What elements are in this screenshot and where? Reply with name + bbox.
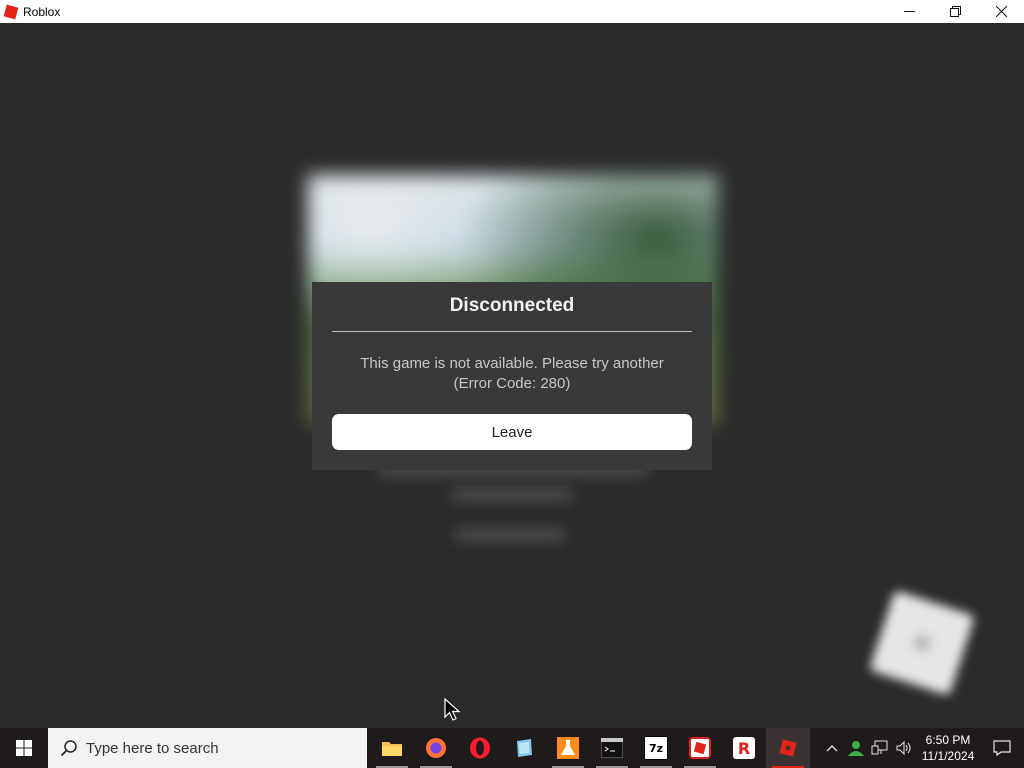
pinned-apps: 7z R [370, 728, 810, 768]
blurred-game-creator [452, 488, 572, 502]
start-button[interactable] [0, 728, 48, 768]
taskbar-opera[interactable] [458, 728, 502, 768]
roblox-studio-icon [689, 737, 711, 759]
taskbar-lab-flask[interactable] [546, 728, 590, 768]
window-title: Roblox [23, 4, 61, 19]
taskbar-search-box[interactable]: Type here to search [48, 728, 367, 768]
user-status-icon [848, 741, 864, 756]
dialog-title: Disconnected [449, 295, 575, 316]
title-bar: Roblox [0, 0, 1024, 23]
taskbar-file-explorer[interactable] [370, 728, 414, 768]
taskbar: Type here to search 7z R 6:50 PM 11/1/20… [0, 728, 1024, 768]
terminal-icon [601, 738, 623, 758]
firefox-icon [426, 738, 446, 758]
notepad-icon [517, 739, 532, 757]
system-tray: 6:50 PM 11/1/2024 [820, 728, 1024, 768]
search-placeholder: Type here to search [86, 739, 219, 757]
taskbar-notepad[interactable] [502, 728, 546, 768]
speaker-icon [896, 740, 911, 756]
dialog-divider [332, 331, 692, 332]
chevron-up-icon [826, 745, 838, 752]
roblox-icon [779, 739, 797, 757]
taskbar-roblox-studio[interactable] [678, 728, 722, 768]
game-viewport: Disconnected This game is not available.… [0, 23, 1024, 728]
dialog-message-line1: This game is not available. Please try a… [360, 355, 664, 372]
window-controls [886, 0, 1024, 23]
disconnected-dialog: Disconnected This game is not available.… [312, 282, 712, 470]
windows-logo-icon [16, 740, 32, 756]
screen: Roblox Disconnected This game is not ava… [0, 0, 1024, 768]
minimize-button[interactable] [886, 0, 932, 23]
taskbar-terminal[interactable] [590, 728, 634, 768]
action-center-button[interactable] [980, 728, 1024, 768]
volume-button[interactable] [892, 728, 916, 768]
opera-icon [470, 737, 490, 759]
taskbar-firefox[interactable] [414, 728, 458, 768]
dialog-error-code: (Error Code: 280) [453, 375, 571, 392]
leave-button[interactable]: Leave [332, 414, 692, 450]
7zip-icon: 7z [644, 736, 668, 760]
taskbar-clock[interactable]: 6:50 PM 11/1/2024 [916, 732, 980, 764]
clock-time: 6:50 PM [925, 733, 971, 747]
close-button[interactable] [978, 0, 1024, 23]
minimize-icon [903, 11, 915, 12]
restore-icon [949, 6, 961, 17]
dialog-message: This game is not available. Please try a… [312, 354, 712, 394]
clock-date: 11/1/2024 [921, 749, 975, 763]
show-hidden-icons-button[interactable] [820, 728, 844, 768]
blurred-game-status [455, 528, 565, 542]
close-icon [995, 6, 1007, 17]
folder-icon [382, 742, 402, 756]
restore-button[interactable] [932, 0, 978, 23]
taskbar-roblox-player[interactable]: R [722, 728, 766, 768]
search-icon [60, 740, 77, 757]
network-button[interactable] [868, 728, 892, 768]
taskbar-roblox-active[interactable] [766, 728, 810, 768]
tray-user-icon-button[interactable] [844, 728, 868, 768]
taskbar-7zip[interactable]: 7z [634, 728, 678, 768]
notification-icon [993, 740, 1011, 756]
mouse-cursor-icon [444, 698, 461, 721]
blurred-roblox-logo [869, 590, 975, 696]
roblox-app-icon [3, 4, 19, 19]
flask-icon [557, 737, 579, 759]
roblox-r-icon: R [733, 737, 755, 759]
network-icon [871, 740, 888, 755]
